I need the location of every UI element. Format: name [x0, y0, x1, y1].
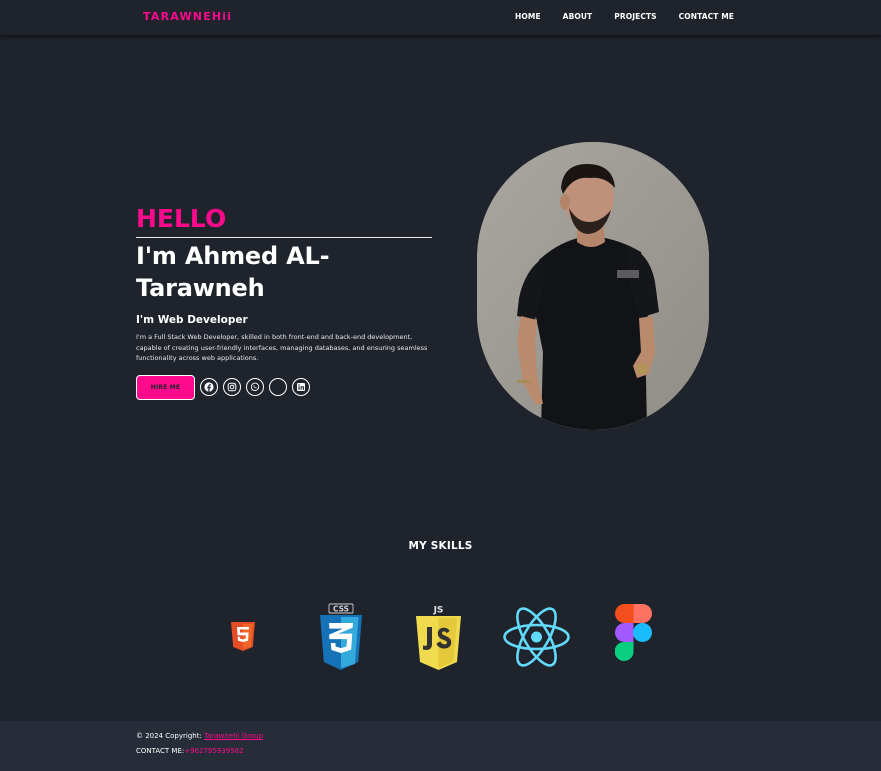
whatsapp-icon[interactable] [246, 378, 264, 396]
facebook-icon[interactable] [200, 378, 218, 396]
github-icon[interactable] [269, 378, 287, 396]
hero-role: I'm Web Developer [136, 314, 248, 326]
hero-actions: HIRE ME [136, 374, 432, 400]
svg-text:CSS: CSS [333, 605, 349, 614]
hero-greeting: HELLO [136, 204, 227, 233]
contact-label: CONTACT ME: [136, 747, 185, 755]
nav-link-projects[interactable]: PROJECTS [614, 12, 656, 21]
brand-logo[interactable]: TARAWNEHii [143, 10, 232, 23]
greeting-underline [136, 237, 432, 238]
javascript-logo: JS [415, 603, 462, 670]
figma-logo [614, 604, 652, 662]
linkedin-icon[interactable] [292, 378, 310, 396]
hire-me-button[interactable]: HIRE ME [136, 374, 195, 400]
profile-photo [477, 142, 709, 430]
react-logo [502, 606, 571, 668]
nav-links: HOME ABOUT PROJECTS CONTACT ME [493, 12, 734, 21]
copyright-link[interactable]: Tarawnehi Group [204, 732, 263, 740]
contact-phone[interactable]: +962795939582 [184, 747, 243, 755]
nav-link-contact[interactable]: CONTACT ME [679, 12, 734, 21]
hero-section: HELLO I'm Ahmed AL-Tarawneh I'm Web Deve… [136, 204, 432, 400]
skills-title: MY SKILLS [408, 540, 473, 552]
css3-logo: CSS [319, 603, 363, 671]
svg-text:JS: JS [433, 606, 444, 616]
copyright-text: © 2024 Copyright: [136, 732, 202, 740]
contact-line: CONTACT ME:+962795939582 [136, 747, 244, 755]
footer: © 2024 Copyright: Tarawnehi Group CONTAC… [0, 721, 881, 771]
nav-link-home[interactable]: HOME [515, 12, 541, 21]
top-navbar: TARAWNEHii HOME ABOUT PROJECTS CONTACT M… [0, 0, 881, 35]
hero-description: I'm a Full Stack Web Developer, skilled … [136, 333, 428, 362]
hero-name: I'm Ahmed AL-Tarawneh [136, 242, 330, 302]
html5-logo [230, 622, 256, 651]
copyright-line: © 2024 Copyright: Tarawnehi Group [136, 732, 263, 740]
nav-link-about[interactable]: ABOUT [563, 12, 593, 21]
instagram-icon[interactable] [223, 378, 241, 396]
